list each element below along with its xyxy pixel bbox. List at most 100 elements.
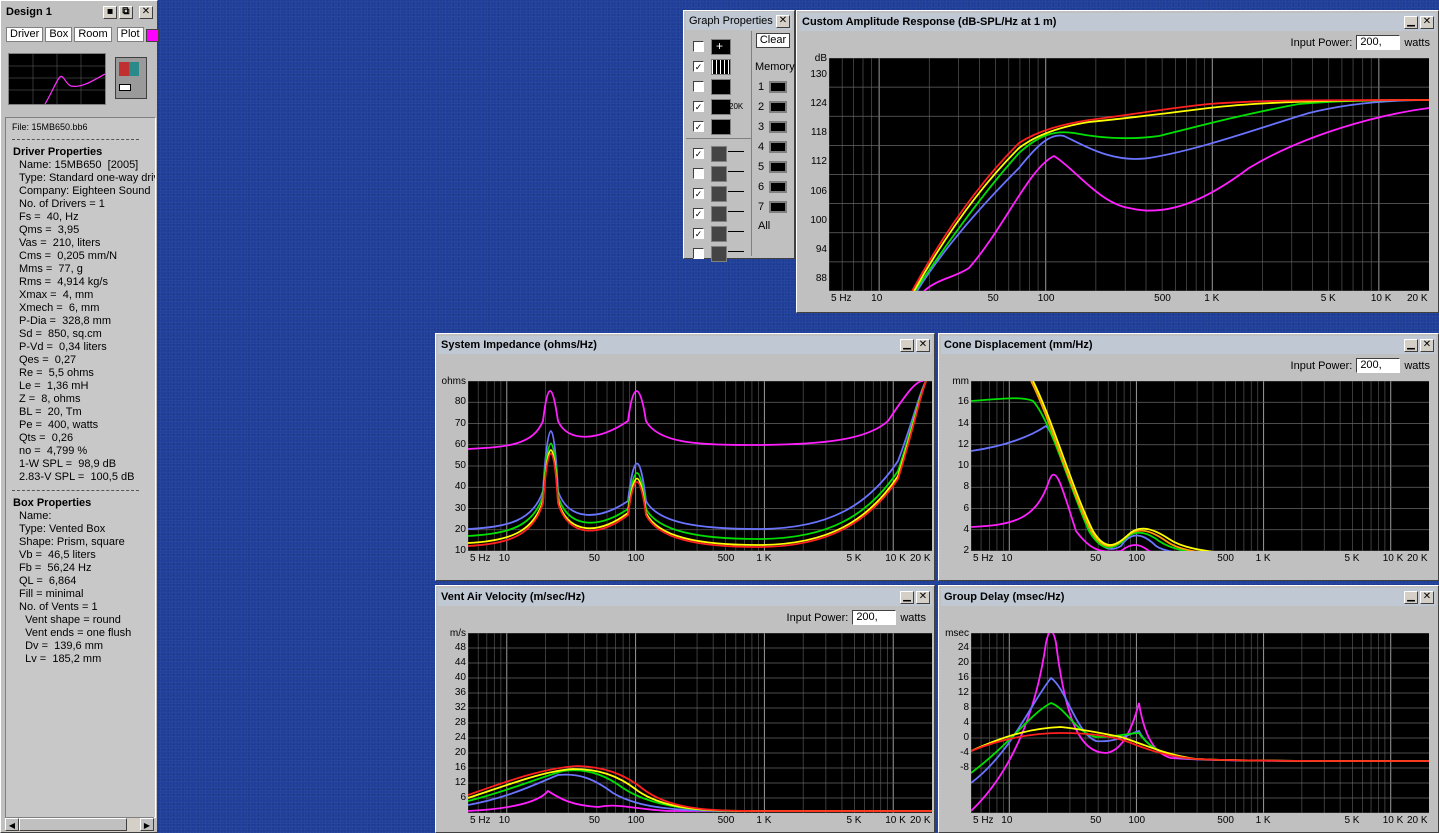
minimize-icon[interactable]: ▁ [1404, 590, 1418, 604]
minimize-icon[interactable]: ▁ [1404, 338, 1418, 352]
delay-unit-label: msec [945, 628, 969, 639]
scale-icon[interactable] [711, 79, 731, 95]
scroll-right-icon[interactable]: ▶ [140, 818, 154, 831]
velocity-y-tick: 40 [454, 672, 466, 683]
memory-slot-button[interactable] [769, 101, 787, 113]
output-checkbox[interactable]: ✓ [693, 228, 704, 239]
box-property-line: Type: Vented Box [19, 523, 106, 535]
memory-slot-button[interactable] [769, 141, 787, 153]
copy-icon[interactable]: ⧉ [119, 5, 133, 19]
displacement-plot-area[interactable] [971, 381, 1429, 551]
tab-box[interactable]: Box [45, 27, 73, 42]
velocity-titlebar[interactable]: Vent Air Velocity (m/sec/Hz) ▁ ✕ [438, 588, 932, 606]
box-properties-list: Name: Type: Vented Box Shape: Prism, squar… [19, 510, 131, 666]
save-icon[interactable]: ▪ [103, 5, 117, 19]
driver-property-line: no = 4,799 % [19, 445, 88, 457]
minimize-icon[interactable]: ▁ [1404, 15, 1418, 29]
driver-property-line: 2.83-V SPL = 100,5 dB [19, 471, 135, 483]
output-checkbox[interactable] [693, 168, 704, 179]
input-power-field[interactable]: 200, [1356, 358, 1401, 373]
delay-titlebar[interactable]: Group Delay (msec/Hz) ▁ ✕ [941, 588, 1436, 606]
graph-properties-titlebar[interactable]: Graph Properties ✕ [686, 12, 792, 30]
output-checkbox[interactable]: ✓ [693, 188, 704, 199]
memory-slot-number: 5 [758, 161, 765, 173]
delay-x-tick: 500 [1217, 815, 1234, 826]
option-checkbox[interactable] [693, 81, 704, 92]
scroll-thumb[interactable] [19, 818, 127, 831]
memory-slot-number: 7 [758, 201, 765, 213]
option-checkbox[interactable]: ✓ [693, 101, 704, 112]
close-icon[interactable]: ✕ [1420, 15, 1434, 29]
impedance-y-tick: 40 [454, 481, 466, 493]
close-icon[interactable]: ✕ [139, 5, 153, 19]
filter-output-icon[interactable] [711, 206, 727, 222]
speaker-output-icon[interactable] [711, 146, 727, 162]
thumbnail-graph[interactable] [8, 53, 106, 105]
design-titlebar[interactable]: Design 1 ▪ ⧉ ✕ [3, 3, 155, 21]
output-checkbox[interactable]: ✓ [693, 148, 704, 159]
close-icon[interactable]: ✕ [916, 338, 930, 352]
plot-color-swatch[interactable] [145, 29, 159, 42]
properties-panel: File: 15MB650.bb6 Driver Properties Name… [5, 117, 156, 818]
amplitude-x-tick: 100 [1037, 293, 1055, 304]
displacement-x-tick: 10 K [1382, 553, 1404, 564]
tab-room[interactable]: Room [74, 27, 112, 42]
memory-slot-button[interactable] [769, 201, 787, 213]
impedance-plot-area[interactable] [468, 381, 932, 551]
crosshair-icon[interactable]: + [711, 39, 731, 55]
minimize-icon[interactable]: ▁ [900, 338, 914, 352]
impedance-graph-window: System Impedance (ohms/Hz) ▁ ✕ ohms 80 70 60 50… [435, 333, 935, 581]
amplitude-titlebar[interactable]: Custom Amplitude Response (dB-SPL/Hz at … [799, 13, 1436, 31]
delay-y-tick: 8 [963, 702, 969, 713]
input-power-field[interactable]: 200, [1356, 35, 1401, 50]
impedance-titlebar[interactable]: System Impedance (ohms/Hz) ▁ ✕ [438, 336, 932, 354]
option-checkbox[interactable] [693, 41, 704, 52]
displacement-title: Cone Displacement (mm/Hz) [944, 339, 1093, 351]
response-curve-blue [971, 676, 1429, 784]
delay-plot-area[interactable] [971, 633, 1429, 813]
close-icon[interactable]: ✕ [916, 590, 930, 604]
output-checkbox[interactable]: ✓ [693, 208, 704, 219]
amplitude-y-tick: 130 [810, 69, 827, 81]
box-output-icon[interactable] [711, 166, 727, 182]
option-checkbox[interactable]: ✓ [693, 121, 704, 132]
input-power-control: Input Power: 200, watts [787, 610, 926, 625]
option-checkbox[interactable]: ✓ [693, 61, 704, 72]
minimize-icon[interactable]: ▁ [900, 590, 914, 604]
displacement-y-tick: 16 [957, 396, 969, 408]
memory-slot-button[interactable] [769, 121, 787, 133]
clear-button[interactable]: Clear [756, 33, 790, 48]
horizontal-scrollbar[interactable]: ◀ ▶ [5, 817, 154, 832]
close-icon[interactable]: ✕ [1420, 338, 1434, 352]
port-response-icon[interactable] [711, 246, 727, 262]
close-icon[interactable]: ✕ [776, 14, 790, 28]
velocity-plot-area[interactable] [468, 633, 932, 813]
tab-plot[interactable]: Plot [116, 27, 144, 42]
scroll-left-icon[interactable]: ◀ [5, 818, 19, 831]
input-power-field[interactable]: 200, [852, 610, 897, 625]
memory-all-button[interactable]: All [758, 220, 770, 233]
displacement-titlebar[interactable]: Cone Displacement (mm/Hz) ▁ ✕ [941, 336, 1436, 354]
displacement-unit-label: mm [952, 376, 969, 387]
memory-slot-number: 1 [758, 81, 765, 93]
grid-icon[interactable] [711, 59, 731, 75]
impedance-x-tick: 100 [627, 553, 645, 564]
delay-x-tick: 10 K [1382, 815, 1404, 826]
room-output-icon[interactable] [711, 186, 727, 202]
memory-slot-button[interactable] [769, 81, 787, 93]
driver-response-icon[interactable] [711, 226, 727, 242]
wave-icon [728, 211, 744, 215]
close-icon[interactable]: ✕ [1420, 590, 1434, 604]
tab-driver[interactable]: Driver [6, 27, 44, 42]
velocity-y-tick: 16 [454, 762, 466, 773]
range-20k-icon[interactable]: 20K [711, 99, 743, 115]
memory-slot-button[interactable] [769, 161, 787, 173]
amplitude-plot-area[interactable] [829, 58, 1429, 291]
export-icon[interactable] [711, 119, 731, 135]
memory-slot-button[interactable] [769, 181, 787, 193]
delay-y-tick: 4 [963, 717, 969, 728]
output-checkbox[interactable] [693, 248, 704, 259]
box-icon[interactable] [115, 57, 147, 99]
input-power-label: Input Power: [786, 611, 849, 624]
design-tabs: Driver Box Room Plot [6, 27, 159, 42]
